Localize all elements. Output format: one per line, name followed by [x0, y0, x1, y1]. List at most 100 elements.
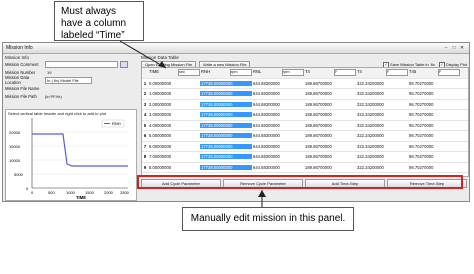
table-cell[interactable]: 17738.00000000 — [200, 91, 252, 97]
table-row[interactable]: 8 7.00000000 17738.00000000 644.68300000 189… — [142, 152, 468, 163]
x-tick: 2000 — [104, 190, 114, 195]
mission-plot: Select vertical table header and right c… — [5, 109, 137, 201]
table-row[interactable]: 3 2.00000000 17738.00000000 644.68300000 189… — [142, 100, 468, 110]
unit-select[interactable]: sec — [178, 69, 200, 77]
column-header[interactable]: T45 F — [408, 69, 460, 77]
table-cell[interactable]: 0.00000000 — [148, 81, 200, 86]
unit-select[interactable]: rpm — [282, 69, 304, 77]
table-cell[interactable]: 6.00000000 — [148, 144, 200, 149]
table-cell[interactable]: 322.34200000 — [356, 133, 408, 138]
table-cell[interactable]: 98.70270000 — [408, 144, 460, 149]
table-cell[interactable]: 322.34200000 — [356, 165, 408, 170]
mission-number-label: Mission Number — [5, 69, 36, 75]
table-cell[interactable]: 322.34200000 — [356, 81, 408, 86]
table-header-row: TIME sec RNH rpm RNL rpm T4 F T4 F T45 F — [142, 68, 468, 79]
table-cell[interactable]: 17738.00000000 — [200, 133, 252, 139]
table-cell[interactable]: 644.68300000 — [252, 165, 304, 170]
table-cell[interactable]: 17738.00000000 — [200, 122, 252, 128]
title-bar: Mission Info – □ ✕ — [3, 43, 469, 54]
table-cell[interactable]: 5.00000000 — [148, 133, 200, 138]
table-cell[interactable]: 644.68300000 — [252, 154, 304, 159]
table-cell[interactable]: 189.86700000 — [304, 81, 356, 86]
table-row[interactable]: 5 4.00000000 17738.00000000 644.68300000 189… — [142, 121, 468, 131]
table-cell[interactable]: 189.86700000 — [304, 102, 356, 107]
table-cell[interactable]: 98.70270000 — [408, 102, 460, 107]
table-cell[interactable]: 189.86700000 — [304, 144, 356, 149]
table-cell[interactable]: 17738.00000000 — [200, 101, 252, 107]
mission-comment-row: Mission Comment — [5, 60, 137, 68]
table-cell[interactable]: 98.70270000 — [408, 154, 460, 159]
table-row[interactable]: 6 5.00000000 17738.00000000 644.68300000 189… — [142, 131, 468, 142]
table-cell[interactable]: 189.86700000 — [304, 154, 356, 159]
table-cell[interactable]: 7.00000000 — [148, 154, 200, 159]
table-cell[interactable]: 98.70270000 — [408, 123, 460, 128]
table-cell[interactable]: 17738.00000000 — [200, 80, 252, 86]
table-cell[interactable]: 17738.00000000 — [200, 164, 252, 170]
table-cell[interactable]: 644.68300000 — [252, 81, 304, 86]
table-cell[interactable]: 17738.00000000 — [200, 154, 252, 160]
table-cell[interactable]: 322.34200000 — [356, 91, 408, 96]
table-row[interactable]: 7 6.00000000 17738.00000000 644.68300000 189… — [142, 142, 468, 152]
minimize-icon[interactable]: – — [442, 45, 450, 51]
table-cell[interactable]: 2.00000000 — [148, 102, 200, 107]
table-cell[interactable]: 644.68300000 — [252, 133, 304, 138]
table-cell[interactable]: 98.70270000 — [408, 133, 460, 138]
table-row[interactable]: 1 0.00000000 17738.00000000 644.68300000 189… — [142, 79, 468, 89]
table-cell[interactable]: 17738.00000000 — [200, 143, 252, 149]
table-cell[interactable]: 644.68300000 — [252, 102, 304, 107]
table-cell[interactable]: 322.34200000 — [356, 144, 408, 149]
table-cell[interactable]: 644.68300000 — [252, 112, 304, 117]
mission-number-value: 19 — [47, 69, 52, 75]
column-header[interactable]: T4 F — [356, 69, 408, 77]
unit-select[interactable]: F — [438, 69, 460, 77]
unit-select[interactable]: F — [334, 69, 356, 77]
browse-button[interactable] — [120, 60, 128, 68]
maximize-icon[interactable]: □ — [450, 45, 458, 51]
table-cell[interactable]: 98.70270000 — [408, 91, 460, 96]
table-cell[interactable]: 644.68300000 — [252, 144, 304, 149]
y-tick: 5000 — [14, 172, 24, 177]
table-cell[interactable]: 3.00000000 — [148, 112, 200, 117]
mission-data-location-label: Mission Data Location — [5, 75, 30, 85]
y-tick: 10000 — [9, 158, 21, 163]
mission-file-name-row: Mission File Name — [5, 84, 137, 92]
table-cell[interactable]: 322.34200000 — [356, 123, 408, 128]
mission-file-path-row: Mission File Path (in PF.flx) — [5, 92, 137, 100]
column-header[interactable]: RNL rpm — [252, 69, 304, 77]
table-cell[interactable]: 189.86700000 — [304, 133, 356, 138]
table-row[interactable]: 4 3.00000000 17738.00000000 644.68300000 189… — [142, 110, 468, 121]
table-cell[interactable]: 4.00000000 — [148, 123, 200, 128]
table-cell[interactable]: 189.86700000 — [304, 91, 356, 96]
column-header[interactable]: RNH rpm — [200, 69, 252, 77]
table-cell[interactable]: 1.00000000 — [148, 91, 200, 96]
table-row[interactable]: 2 1.00000000 17738.00000000 644.68300000 189… — [142, 89, 468, 100]
unit-select[interactable]: rpm — [230, 69, 252, 77]
table-cell[interactable]: 98.70270000 — [408, 165, 460, 170]
table-cell[interactable]: 98.70270000 — [408, 81, 460, 86]
table-cell[interactable]: 322.34200000 — [356, 154, 408, 159]
column-header[interactable]: TIME sec — [148, 69, 200, 77]
close-icon[interactable]: ✕ — [458, 45, 466, 51]
mission-file-path-value: (in PF.flx) — [45, 93, 62, 99]
table-cell[interactable]: 644.68300000 — [252, 123, 304, 128]
table-cell[interactable]: 189.86700000 — [304, 112, 356, 117]
table-cell[interactable]: 189.86700000 — [304, 123, 356, 128]
mission-file-path-label: Mission File Path — [5, 93, 37, 99]
table-cell[interactable]: 8.00000000 — [148, 165, 200, 170]
table-cell[interactable]: 644.68300000 — [252, 91, 304, 96]
column-header[interactable]: T4 F — [304, 69, 356, 77]
legend-label: RNH — [112, 121, 121, 126]
plot-hint: Select vertical table header and right c… — [8, 111, 107, 116]
table-cell[interactable]: 322.34200000 — [356, 112, 408, 117]
unit-select[interactable]: F — [386, 69, 408, 77]
mission-data-location-select[interactable]: In (.flx) Model File — [45, 76, 92, 84]
x-tick: 2500 — [120, 190, 130, 195]
table-cell[interactable]: 189.86700000 — [304, 165, 356, 170]
mission-comment-input[interactable] — [45, 60, 118, 68]
table-cell[interactable]: 17738.00000000 — [200, 112, 252, 118]
table-cell[interactable]: 322.34200000 — [356, 102, 408, 107]
x-axis-label: TIME — [76, 195, 86, 200]
table-cell[interactable]: 98.70270000 — [408, 112, 460, 117]
mission-data-location-row: Mission Data Location In (.flx) Model Fi… — [5, 75, 137, 85]
table-row[interactable]: 9 8.00000000 17738.00000000 644.68300000 189… — [142, 163, 468, 173]
